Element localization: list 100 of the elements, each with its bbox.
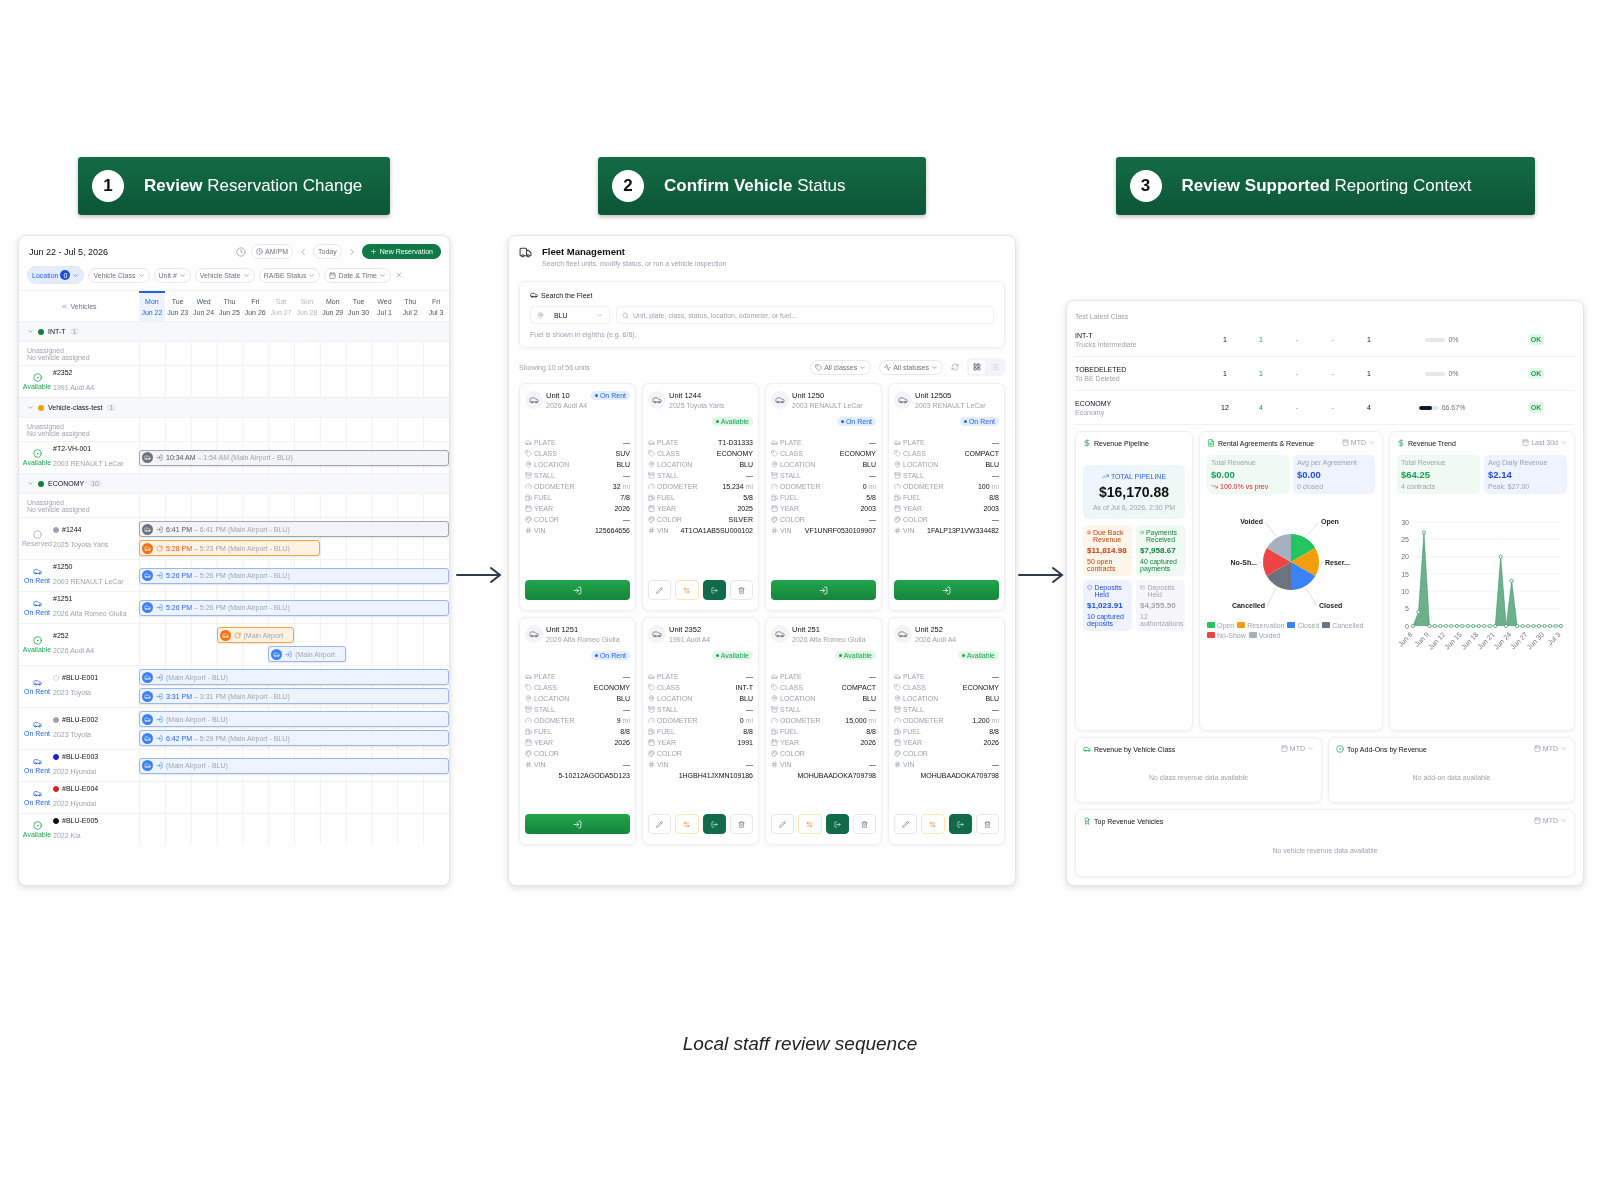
edit-button[interactable] <box>894 814 918 834</box>
login-icon <box>819 585 828 595</box>
leader-line <box>1266 587 1277 607</box>
chevron-down-icon <box>596 311 603 319</box>
calendar-icon <box>329 271 337 279</box>
grid-view-button[interactable] <box>969 360 985 374</box>
logout-icon <box>710 820 718 828</box>
chevron-down-icon <box>308 271 316 279</box>
calendar-icon <box>1533 817 1541 824</box>
check-out-button[interactable] <box>825 814 849 834</box>
trash-icon <box>737 820 745 828</box>
chevron-down-icon <box>1560 745 1567 752</box>
trending-up-icon <box>1101 472 1109 480</box>
car-icon <box>525 391 543 409</box>
logout-icon <box>833 820 841 828</box>
car-icon <box>142 523 153 535</box>
calendar-icon <box>1522 439 1530 446</box>
trash-icon <box>860 820 868 828</box>
edit-button[interactable] <box>771 814 795 834</box>
check-in-button[interactable] <box>525 814 630 834</box>
data-point <box>1422 530 1426 535</box>
pin-icon <box>537 311 544 319</box>
edit-button[interactable] <box>648 814 672 834</box>
car-icon <box>771 391 789 409</box>
login-icon <box>942 585 951 595</box>
car-icon <box>142 713 153 725</box>
data-point <box>1498 554 1503 559</box>
car-icon <box>648 391 666 409</box>
car-icon <box>525 625 543 643</box>
clock-icon <box>256 248 264 255</box>
date-range: Jun 22 - Jul 5, 2026 <box>29 246 109 257</box>
previous-icon[interactable] <box>298 246 308 257</box>
login-icon <box>156 715 163 723</box>
refresh-icon[interactable] <box>951 363 959 371</box>
stat-value: $64.25 <box>1401 468 1432 480</box>
check-out-button[interactable] <box>948 814 972 834</box>
card-icon <box>1140 583 1146 591</box>
stat-value: $0.00 <box>1297 468 1322 480</box>
car-icon <box>142 452 153 463</box>
data-point <box>1509 578 1514 583</box>
logout-icon <box>710 586 718 594</box>
award-icon <box>1083 817 1091 825</box>
leader-line <box>1305 587 1318 607</box>
truck-icon <box>519 246 532 259</box>
rotate-icon <box>233 631 241 639</box>
activity-icon <box>884 363 892 371</box>
pipeline-total: $16,170.88 <box>1098 483 1170 500</box>
step-title: Review Supported Reporting Context <box>1181 176 1472 196</box>
page-title: Fleet Management <box>542 246 626 257</box>
check-in-button[interactable] <box>894 580 999 600</box>
shield-icon <box>1087 583 1093 591</box>
car-icon <box>142 760 153 771</box>
dollar-icon <box>1397 439 1405 447</box>
data-point <box>1416 610 1421 614</box>
pencil-icon <box>902 820 910 828</box>
data-point <box>1411 623 1415 628</box>
car-icon <box>271 648 283 660</box>
clock-icon[interactable] <box>236 246 247 257</box>
check-out-button[interactable] <box>702 814 726 834</box>
close-icon[interactable] <box>395 271 403 279</box>
login-icon <box>156 673 163 681</box>
check-circle-icon <box>1140 528 1144 536</box>
stat-value: $2.14 <box>1488 468 1513 480</box>
car-icon <box>648 625 666 643</box>
arrow-icon <box>1017 565 1065 585</box>
pencil-icon <box>779 820 787 828</box>
car-icon <box>142 671 153 683</box>
edit-button[interactable] <box>648 580 672 600</box>
list-icon <box>991 363 999 371</box>
car-icon <box>142 690 153 702</box>
stat-value: $11,814.98 <box>1087 545 1128 555</box>
chevron-down-icon <box>178 271 186 279</box>
car-icon <box>142 570 153 581</box>
check-out-button[interactable] <box>702 580 726 600</box>
dollar-icon <box>1083 439 1091 447</box>
chevron-down-icon <box>137 271 145 279</box>
login-icon <box>156 734 163 742</box>
chevron-down-icon <box>72 271 80 279</box>
chevron-down-icon <box>1368 439 1375 446</box>
trash-icon <box>983 820 991 828</box>
grid-icon <box>973 363 981 371</box>
stat-value: $7,958.67 <box>1140 545 1177 555</box>
login-icon <box>573 819 582 829</box>
stat-value: $1,023.91 <box>1087 600 1124 610</box>
check-in-button[interactable] <box>771 580 876 600</box>
chevron-down-icon <box>1307 745 1314 752</box>
swap-icon <box>929 820 937 828</box>
check-in-button[interactable] <box>525 580 630 600</box>
login-icon <box>573 585 582 595</box>
arrow-icon <box>455 565 503 585</box>
login-icon <box>156 762 163 769</box>
car-icon <box>894 391 912 409</box>
login-icon <box>156 454 163 461</box>
chevron-down-icon <box>1560 439 1567 446</box>
login-icon <box>156 604 163 611</box>
plus-icon <box>369 248 377 255</box>
leader-line <box>1264 521 1277 537</box>
chevron-down-icon <box>931 363 938 371</box>
rotate-icon <box>156 544 163 552</box>
calendar-icon <box>1533 745 1541 752</box>
